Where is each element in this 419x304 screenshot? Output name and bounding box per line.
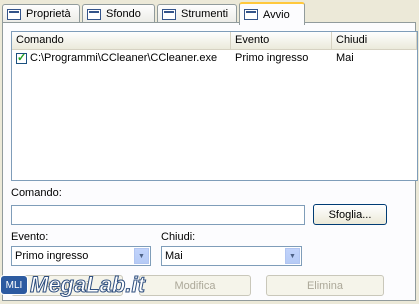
tab-label: Strumenti (181, 8, 229, 20)
background-icon (87, 8, 101, 20)
chevron-down-icon[interactable]: ▼ (285, 248, 300, 264)
properties-icon (7, 8, 21, 20)
chiudi-select-value: Mai (165, 250, 183, 262)
modifica-button[interactable]: Modifica (139, 275, 251, 296)
column-header-evento[interactable]: Evento (231, 32, 332, 49)
tab-proprieta[interactable]: Proprietà (2, 4, 80, 23)
elimina-button[interactable]: Elimina (266, 275, 384, 296)
tab-label: Proprietà (26, 8, 71, 20)
sfoglia-button[interactable]: Sfoglia... (313, 204, 387, 225)
tab-sfondo[interactable]: Sfondo (82, 4, 155, 23)
tab-strumenti[interactable]: Strumenti (157, 4, 237, 23)
startup-list[interactable]: Comando Evento Chiudi C:\Programmi\CClea… (11, 31, 418, 181)
column-header-chiudi[interactable]: Chiudi (332, 32, 417, 49)
tools-icon (162, 8, 176, 20)
enabled-checkbox[interactable] (16, 52, 27, 64)
tab-label: Sfondo (106, 8, 141, 20)
startup-icon (244, 9, 258, 20)
evento-label: Evento: (11, 231, 49, 243)
watermark-badge: MLI (0, 275, 28, 295)
sfoglia-button-label: Sfoglia... (328, 208, 372, 221)
watermark-logo: MLI MegaLab.it (0, 272, 145, 298)
comando-label: Comando: (11, 187, 62, 199)
list-item-evento: Primo ingresso (235, 52, 309, 64)
modifica-button-label: Modifica (174, 279, 216, 292)
list-header: Comando Evento Chiudi (12, 32, 417, 50)
evento-select-value: Primo ingresso (15, 250, 89, 262)
list-item-comando: C:\Programmi\CCleaner\CCleaner.exe (12, 52, 231, 64)
watermark-text: MegaLab.it (30, 272, 146, 298)
elimina-button-label: Elimina (306, 279, 344, 292)
evento-select[interactable]: Primo ingresso ▼ (11, 246, 151, 266)
column-header-comando[interactable]: Comando (12, 32, 231, 49)
list-item[interactable]: C:\Programmi\CCleaner\CCleaner.exe Primo… (12, 50, 417, 66)
tab-panel: Comando Evento Chiudi C:\Programmi\CClea… (2, 22, 418, 301)
chiudi-label: Chiudi: (161, 231, 196, 243)
chevron-down-icon[interactable]: ▼ (134, 248, 149, 264)
chiudi-select[interactable]: Mai ▼ (161, 246, 302, 266)
comando-input[interactable] (11, 205, 305, 225)
tab-avvio[interactable]: Avvio (239, 2, 305, 25)
list-item-command-text: C:\Programmi\CCleaner\CCleaner.exe (30, 52, 218, 64)
list-item-chiudi: Mai (336, 52, 354, 64)
tab-label: Avvio (263, 8, 290, 21)
